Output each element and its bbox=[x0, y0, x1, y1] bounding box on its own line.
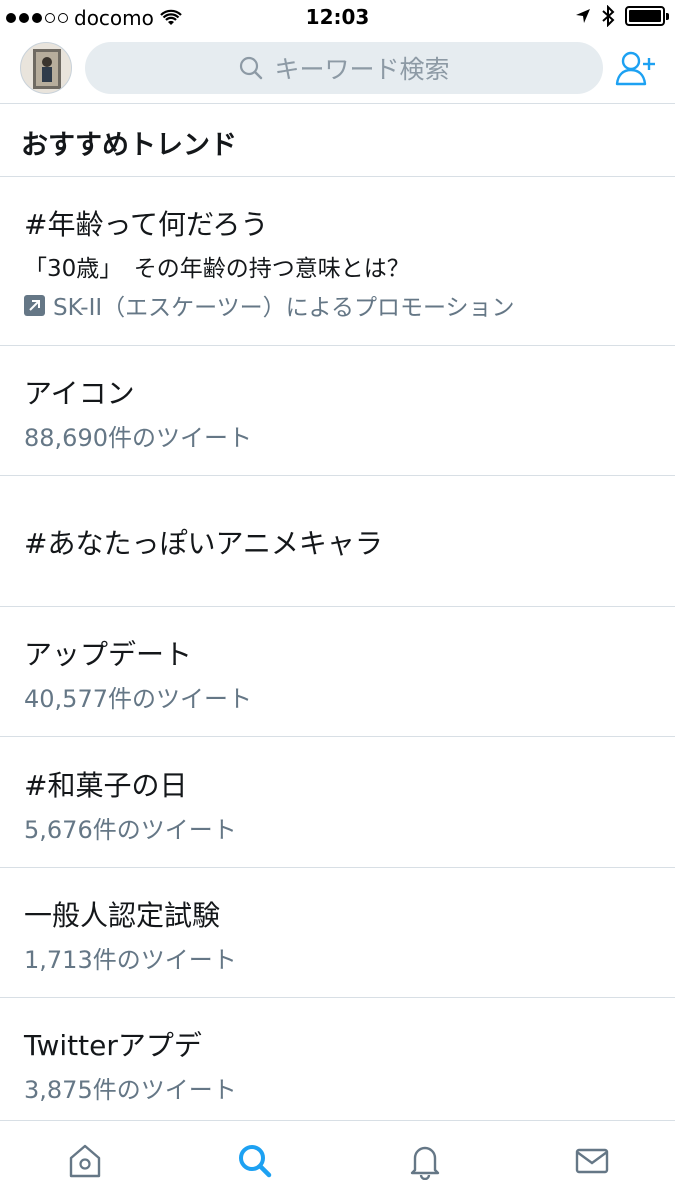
trend-name: アップデート bbox=[24, 638, 193, 671]
trend-name: #あなたっぽいアニメキャラ bbox=[24, 527, 383, 560]
battery-icon bbox=[625, 6, 669, 26]
search-icon bbox=[239, 1145, 272, 1178]
avatar[interactable] bbox=[20, 42, 72, 94]
trend-name: アイコン bbox=[24, 377, 135, 410]
recommended-trends-header: おすすめトレンド bbox=[0, 104, 675, 177]
trend-item[interactable]: #和菓子の日 5,676件のツイート bbox=[0, 737, 675, 868]
tweet-count: 5,676件のツイート bbox=[24, 816, 237, 844]
tab-notifications[interactable] bbox=[405, 1141, 445, 1181]
section-title: おすすめトレンド bbox=[21, 130, 237, 161]
promoted-icon bbox=[24, 294, 45, 316]
tweet-count: 3,875件のツイート bbox=[24, 1076, 237, 1104]
add-user-button[interactable] bbox=[615, 48, 657, 90]
tab-search[interactable] bbox=[235, 1141, 275, 1181]
search-placeholder: キーワード検索 bbox=[274, 55, 450, 84]
location-arrow-icon bbox=[576, 9, 590, 23]
clock: 12:03 bbox=[305, 5, 370, 29]
profile-photo bbox=[33, 49, 61, 89]
trend-item[interactable]: アイコン 88,690件のツイート bbox=[0, 346, 675, 476]
top-header: キーワード検索 bbox=[0, 38, 675, 104]
trend-name: Twitterアプデ bbox=[24, 1029, 202, 1062]
tab-messages[interactable] bbox=[572, 1141, 612, 1181]
search-input[interactable]: キーワード検索 bbox=[85, 42, 603, 94]
trend-name: #年齢って何だろう bbox=[24, 208, 269, 241]
trend-description: 「30歳」 その年齢の持つ意味とは？ bbox=[24, 256, 410, 282]
status-bar: docomo 12:03 bbox=[0, 0, 675, 36]
home-icon bbox=[69, 1144, 101, 1178]
tab-home[interactable] bbox=[65, 1141, 105, 1181]
add-user-icon bbox=[615, 51, 655, 86]
notifications-icon bbox=[410, 1146, 440, 1180]
bottom-tab-bar bbox=[0, 1120, 675, 1200]
promoted-label: SK-II（エスケーツー）によるプロモーション bbox=[24, 288, 515, 322]
trend-item[interactable]: 一般人認定試験 1,713件のツイート bbox=[0, 868, 675, 998]
tweet-count: 1,713件のツイート bbox=[24, 946, 237, 974]
trend-item[interactable]: Twitterアプデ 3,875件のツイート bbox=[0, 998, 675, 1120]
tweet-count: 88,690件のツイート bbox=[24, 424, 252, 452]
bluetooth-icon bbox=[602, 5, 615, 27]
trend-item[interactable]: #年齢って何だろう 「30歳」 その年齢の持つ意味とは？ SK-II（エスケーツ… bbox=[0, 177, 675, 346]
trend-name: #和菓子の日 bbox=[24, 769, 188, 802]
messages-icon bbox=[575, 1148, 609, 1174]
search-icon bbox=[240, 56, 263, 80]
promoted-text: SK-II（エスケーツー）によるプロモーション bbox=[53, 295, 515, 321]
trend-item[interactable]: #あなたっぽいアニメキャラ bbox=[0, 476, 675, 607]
tweet-count: 40,577件のツイート bbox=[24, 685, 252, 713]
trend-name: 一般人認定試験 bbox=[24, 899, 221, 932]
trend-item[interactable]: アップデート 40,577件のツイート bbox=[0, 607, 675, 737]
